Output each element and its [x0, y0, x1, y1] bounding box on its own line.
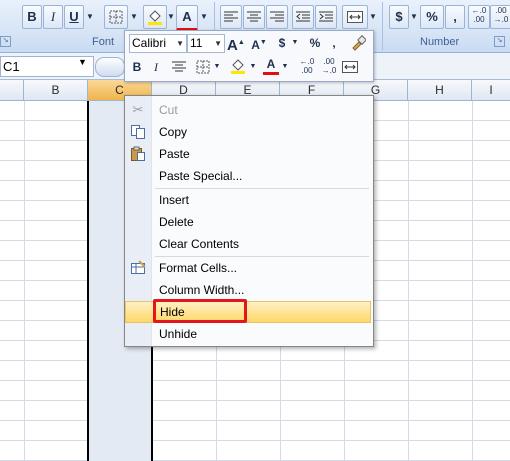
- mini-font-size-box[interactable]: 11 ▼: [187, 34, 225, 53]
- gridline: [408, 101, 409, 461]
- increase-decimal-button[interactable]: ←.0 .00: [468, 5, 490, 29]
- font-group-label: Font: [92, 36, 115, 48]
- align-center-button[interactable]: [243, 5, 265, 29]
- font-dropdown-icon[interactable]: ▼: [176, 35, 184, 52]
- mini-font-name-box[interactable]: Calibri ▼: [129, 34, 187, 53]
- selection-border-left: [87, 101, 89, 461]
- currency-button[interactable]: $: [389, 5, 409, 29]
- menu-item-column-width[interactable]: Column Width...: [125, 279, 371, 301]
- decrease-decimal-button[interactable]: .00 →.0: [490, 5, 510, 29]
- merge-dropdown-icon[interactable]: ▼: [367, 5, 379, 29]
- mini-comma-button[interactable]: ,: [329, 34, 339, 52]
- mini-font-color-button[interactable]: A: [263, 56, 279, 75]
- menu-item-label: Paste: [159, 147, 190, 161]
- fill-color-button[interactable]: [143, 5, 167, 29]
- paste-icon: [130, 146, 146, 162]
- mini-fill-dropdown-icon[interactable]: ▼: [249, 58, 257, 76]
- menu-item-label: Column Width...: [159, 283, 245, 297]
- mini-borders-dropdown-icon[interactable]: ▼: [213, 58, 221, 76]
- menu-item-delete[interactable]: Delete: [125, 211, 371, 233]
- format-painter-icon[interactable]: [349, 34, 367, 52]
- gridline: [24, 101, 25, 461]
- mini-toolbar: Calibri ▼ 11 ▼ A▲ A▼ $ ▼ % , B I ▼ ▼ A ▼…: [124, 30, 374, 82]
- comma-button[interactable]: ,: [445, 5, 465, 29]
- underline-dropdown-icon[interactable]: ▼: [84, 5, 96, 29]
- menu-item-label: Copy: [159, 125, 188, 139]
- increase-indent-button[interactable]: [315, 5, 337, 29]
- ribbon-separator: [382, 2, 383, 50]
- mini-merge-center-button[interactable]: [341, 58, 359, 76]
- percent-button[interactable]: %: [420, 5, 444, 29]
- borders-dropdown-icon[interactable]: ▼: [128, 5, 140, 29]
- menu-item-label: Cut: [159, 103, 178, 117]
- mini-currency-button[interactable]: $: [275, 34, 289, 52]
- number-dialog-launcher-icon[interactable]: ↘: [494, 36, 505, 47]
- mini-font-size: 11: [190, 36, 203, 50]
- mini-align-center-button[interactable]: [171, 58, 187, 76]
- mini-decrease-decimal-button[interactable]: .00 →.0: [319, 57, 339, 75]
- formula-bar-handle[interactable]: [95, 57, 125, 77]
- mini-font-name: Calibri: [132, 36, 167, 50]
- menu-item-label: Paste Special...: [159, 169, 243, 183]
- currency-dropdown-icon[interactable]: ▼: [408, 5, 420, 29]
- font-dialog-launcher-icon[interactable]: ↘: [0, 36, 11, 47]
- mini-percent-button[interactable]: %: [307, 34, 323, 52]
- menu-item-label: Delete: [159, 215, 194, 229]
- menu-item-label: Unhide: [159, 327, 198, 341]
- menu-item-cut[interactable]: ✂ Cut: [125, 99, 371, 121]
- hide-highlight-annotation: [153, 299, 247, 323]
- format-cells-icon: [130, 260, 146, 276]
- menu-item-clear-contents[interactable]: Clear Contents: [125, 233, 371, 255]
- size-dropdown-icon[interactable]: ▼: [214, 35, 222, 52]
- menu-item-label: Clear Contents: [159, 237, 240, 251]
- mini-increase-decimal-button[interactable]: ←.0 .00: [297, 57, 317, 75]
- name-box-dropdown-icon[interactable]: ▼: [78, 57, 87, 67]
- shrink-font-button[interactable]: A▼: [251, 34, 267, 52]
- menu-item-label: Format Cells...: [159, 261, 238, 275]
- column-header-corner[interactable]: [0, 80, 24, 100]
- grow-font-button[interactable]: A▲: [227, 34, 245, 54]
- gridline: [472, 101, 473, 461]
- scissors-icon: ✂: [132, 102, 144, 117]
- mini-fill-color-button[interactable]: [229, 58, 247, 76]
- italic-button[interactable]: I: [43, 5, 63, 29]
- decrease-indent-button[interactable]: [292, 5, 314, 29]
- menu-item-copy[interactable]: Copy: [125, 121, 371, 143]
- mini-bold-button[interactable]: B: [129, 58, 145, 76]
- menu-item-format-cells[interactable]: Format Cells...: [125, 257, 371, 279]
- column-header-b[interactable]: B: [24, 80, 88, 100]
- merge-center-button[interactable]: [342, 5, 368, 29]
- font-color-dropdown-icon[interactable]: ▼: [198, 5, 210, 29]
- borders-button[interactable]: [104, 5, 128, 29]
- column-header-i[interactable]: I: [472, 80, 510, 100]
- mini-borders-button[interactable]: [195, 58, 211, 76]
- underline-button[interactable]: U: [64, 5, 84, 29]
- menu-item-paste[interactable]: Paste: [125, 143, 371, 165]
- menu-item-label: Insert: [159, 193, 190, 207]
- menu-item-paste-special[interactable]: Paste Special...: [125, 165, 371, 187]
- number-group-label: Number: [420, 36, 460, 48]
- column-header-h[interactable]: H: [408, 80, 472, 100]
- menu-item-insert[interactable]: Insert: [125, 189, 371, 211]
- mini-italic-button[interactable]: I: [149, 58, 163, 76]
- mini-font-color-dropdown-icon[interactable]: ▼: [281, 58, 289, 76]
- menu-item-unhide[interactable]: Unhide: [125, 323, 371, 345]
- copy-icon: [130, 124, 146, 140]
- bold-button[interactable]: B: [22, 5, 42, 29]
- align-right-button[interactable]: [266, 5, 288, 29]
- mini-currency-dropdown-icon[interactable]: ▼: [291, 34, 299, 52]
- font-color-button[interactable]: A: [176, 5, 198, 31]
- align-left-button[interactable]: [220, 5, 242, 29]
